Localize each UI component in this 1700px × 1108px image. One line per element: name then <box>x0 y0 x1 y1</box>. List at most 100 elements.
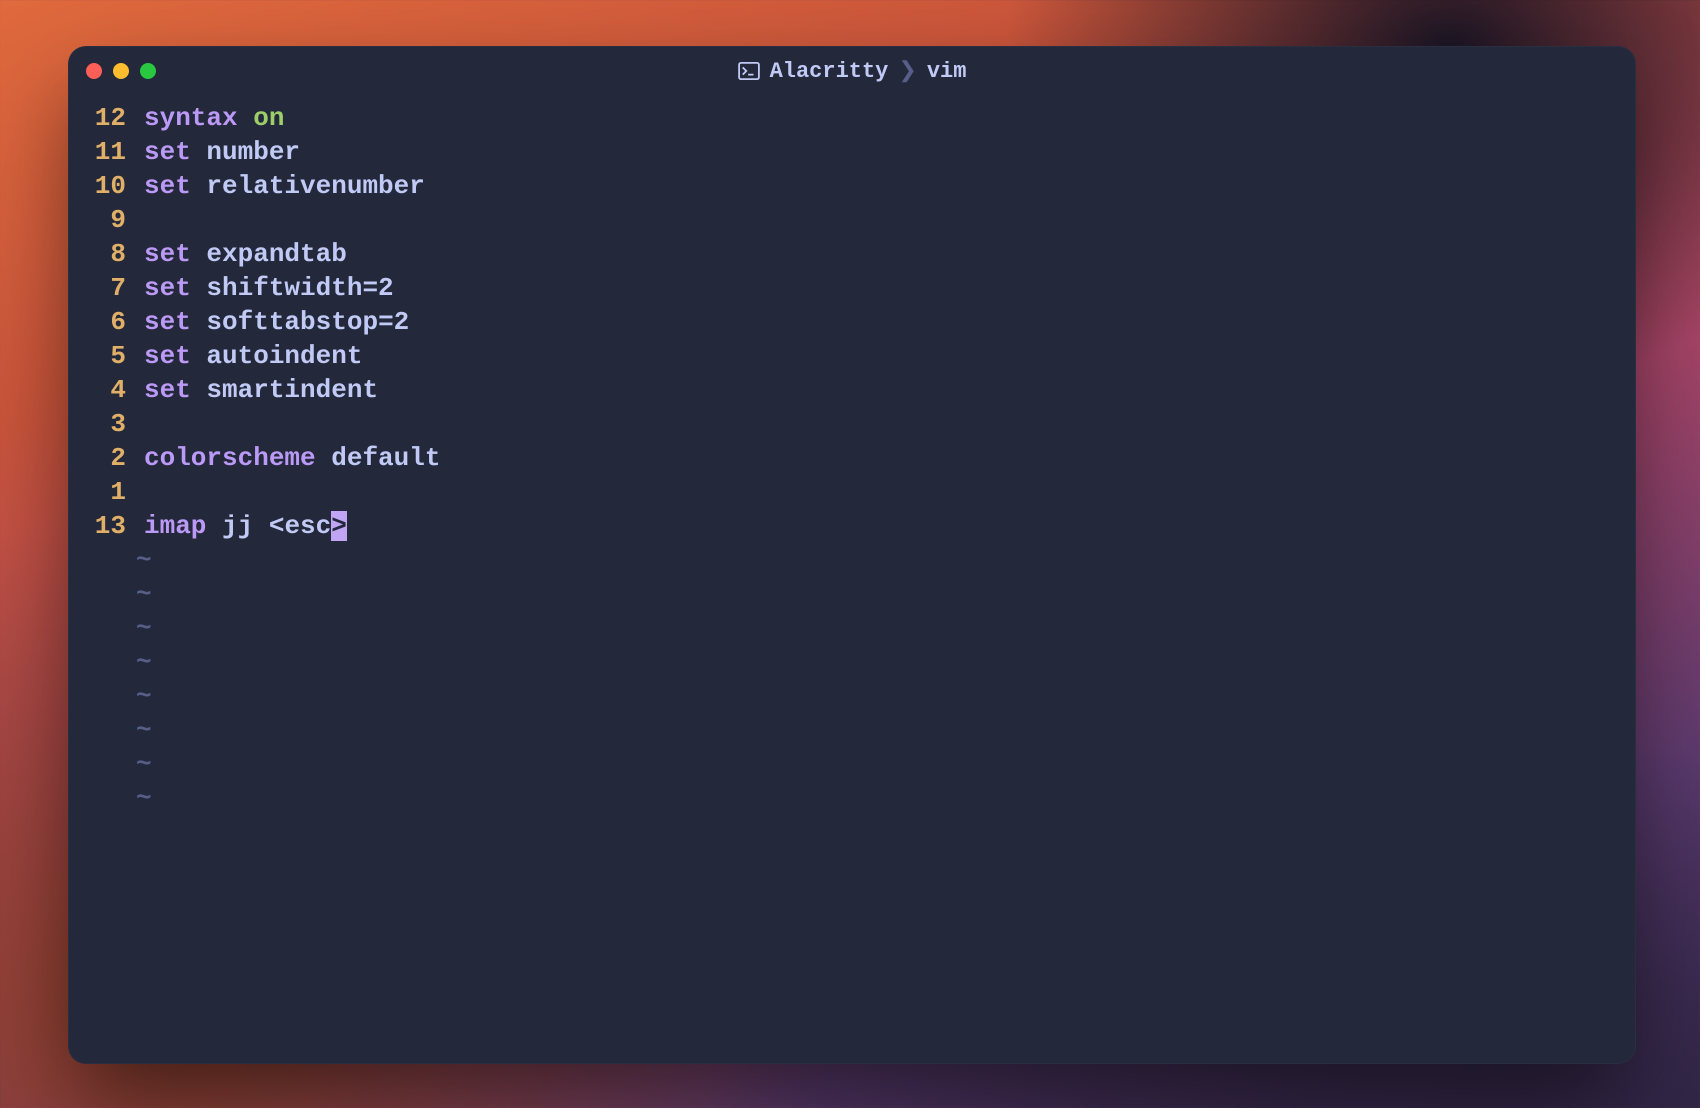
line-number: 9 <box>68 204 126 238</box>
line-number: 3 <box>68 408 126 442</box>
editor-line[interactable]: 7set shiftwidth=2 <box>68 272 1636 306</box>
zoom-button[interactable] <box>140 63 156 79</box>
editor-line[interactable]: 8set expandtab <box>68 238 1636 272</box>
line-number <box>68 544 126 578</box>
token-plain <box>191 375 207 405</box>
empty-line-tilde: ~ <box>68 680 1636 714</box>
line-number <box>68 748 126 782</box>
line-number: 1 <box>68 476 126 510</box>
terminal-icon <box>738 62 760 80</box>
token-plain: jj <box>222 511 269 541</box>
editor-viewport[interactable]: 12syntax on11set number10set relativenum… <box>68 96 1636 1064</box>
line-content[interactable]: imap jj <esc> <box>126 510 347 544</box>
token-kw: set <box>144 239 191 269</box>
line-content[interactable]: set softtabstop=2 <box>126 306 409 340</box>
token-id: shiftwidth <box>206 273 362 303</box>
token-plain: default <box>316 443 441 473</box>
token-kw: set <box>144 341 191 371</box>
editor-line[interactable]: 4set smartindent <box>68 374 1636 408</box>
line-number <box>68 646 126 680</box>
token-id: relativenumber <box>206 171 424 201</box>
empty-line-tilde: ~ <box>68 578 1636 612</box>
title-process: vim <box>927 59 967 84</box>
editor-line[interactable]: 2colorscheme default <box>68 442 1636 476</box>
token-id: expandtab <box>206 239 346 269</box>
token-id: autoindent <box>206 341 362 371</box>
line-number: 10 <box>68 170 126 204</box>
line-number: 8 <box>68 238 126 272</box>
title-app: Alacritty <box>770 59 889 84</box>
token-plain <box>191 341 207 371</box>
tilde: ~ <box>136 782 152 816</box>
line-number: 13 <box>68 510 126 544</box>
token-kw: set <box>144 273 191 303</box>
line-number: 6 <box>68 306 126 340</box>
line-number <box>68 612 126 646</box>
token-kw: colorscheme <box>144 443 316 473</box>
token-plain <box>191 273 207 303</box>
token-id: < <box>269 511 285 541</box>
editor-line[interactable]: 1 <box>68 476 1636 510</box>
line-content[interactable]: set smartindent <box>126 374 378 408</box>
empty-line-tilde: ~ <box>68 782 1636 816</box>
line-content[interactable]: set shiftwidth=2 <box>126 272 394 306</box>
empty-line-tilde: ~ <box>68 612 1636 646</box>
line-content[interactable]: colorscheme default <box>126 442 440 476</box>
line-number: 7 <box>68 272 126 306</box>
token-kw: set <box>144 307 191 337</box>
token-on: on <box>253 103 284 133</box>
tilde: ~ <box>136 714 152 748</box>
empty-line-tilde: ~ <box>68 544 1636 578</box>
token-id: esc <box>284 511 331 541</box>
line-number: 12 <box>68 102 126 136</box>
token-kw: set <box>144 171 191 201</box>
line-number: 5 <box>68 340 126 374</box>
empty-line-tilde: ~ <box>68 748 1636 782</box>
editor-line[interactable]: 11set number <box>68 136 1636 170</box>
token-plain <box>191 239 207 269</box>
terminal-window: Alacritty ❯ vim 12syntax on11set number1… <box>68 46 1636 1064</box>
line-content[interactable]: syntax on <box>126 102 284 136</box>
editor-line-current[interactable]: 13imap jj <esc> <box>68 510 1636 544</box>
minimize-button[interactable] <box>113 63 129 79</box>
line-content[interactable]: set expandtab <box>126 238 347 272</box>
tilde: ~ <box>136 544 152 578</box>
line-number: 4 <box>68 374 126 408</box>
token-plain: =2 <box>378 307 409 337</box>
token-plain <box>191 307 207 337</box>
tilde: ~ <box>136 748 152 782</box>
titlebar[interactable]: Alacritty ❯ vim <box>68 46 1636 96</box>
empty-line-tilde: ~ <box>68 646 1636 680</box>
line-number: 11 <box>68 136 126 170</box>
tilde: ~ <box>136 646 152 680</box>
line-number <box>68 714 126 748</box>
editor-line[interactable]: 3 <box>68 408 1636 442</box>
line-content[interactable]: set number <box>126 136 300 170</box>
token-kw: set <box>144 375 191 405</box>
empty-line-tilde: ~ <box>68 714 1636 748</box>
line-number <box>68 680 126 714</box>
token-kw: set <box>144 137 191 167</box>
editor-line[interactable]: 12syntax on <box>68 102 1636 136</box>
token-id: smartindent <box>206 375 378 405</box>
token-plain <box>191 171 207 201</box>
token-id: softtabstop <box>206 307 378 337</box>
line-content[interactable]: set relativenumber <box>126 170 425 204</box>
editor-line[interactable]: 6set softtabstop=2 <box>68 306 1636 340</box>
line-content[interactable]: set autoindent <box>126 340 362 374</box>
token-plain <box>191 137 207 167</box>
line-number: 2 <box>68 442 126 476</box>
token-kw: syntax <box>144 103 238 133</box>
tilde: ~ <box>136 680 152 714</box>
line-number <box>68 782 126 816</box>
token-plain: =2 <box>362 273 393 303</box>
window-controls <box>86 63 156 79</box>
token-plain <box>238 103 254 133</box>
editor-line[interactable]: 5set autoindent <box>68 340 1636 374</box>
close-button[interactable] <box>86 63 102 79</box>
editor-line[interactable]: 9 <box>68 204 1636 238</box>
token-cursor: > <box>331 511 347 541</box>
editor-line[interactable]: 10set relativenumber <box>68 170 1636 204</box>
token-id: number <box>206 137 300 167</box>
tilde: ~ <box>136 612 152 646</box>
